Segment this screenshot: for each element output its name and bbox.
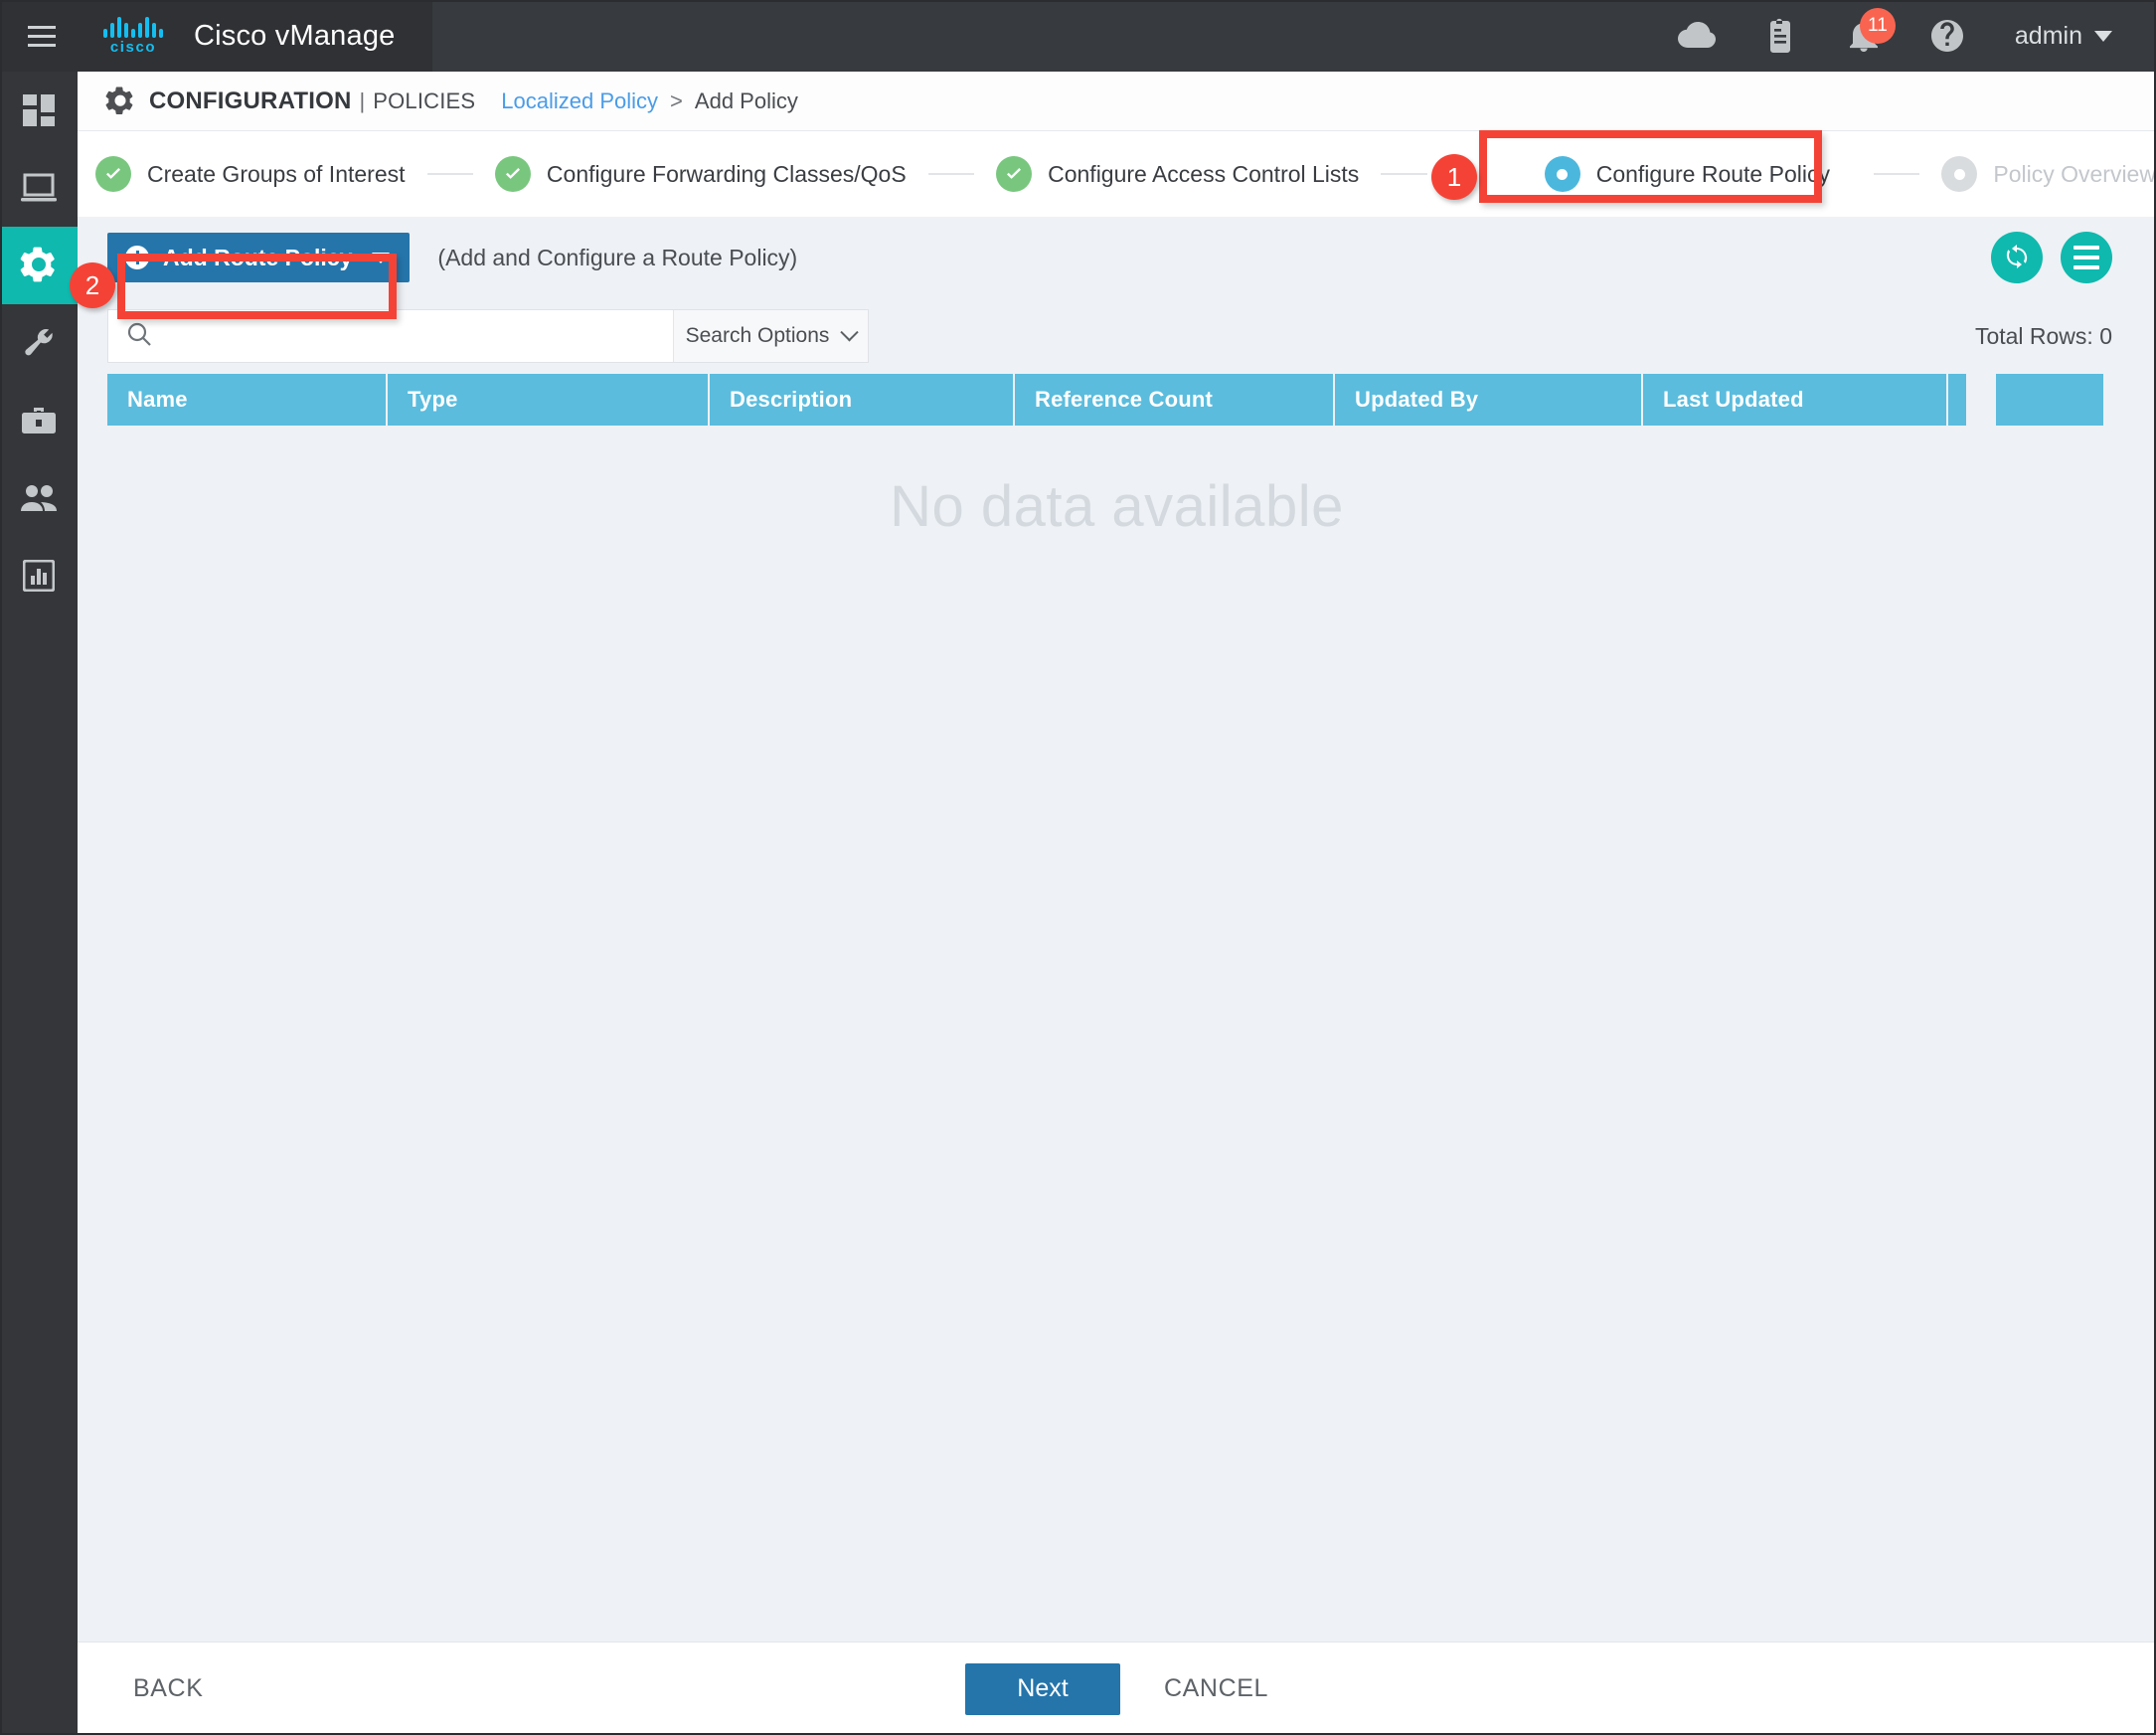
check-circle-icon <box>95 156 131 192</box>
wizard-footer: BACK Next CANCEL <box>78 1642 2156 1735</box>
wizard-connector <box>927 173 975 175</box>
search-options-label: Search Options <box>685 324 830 347</box>
cloud-icon[interactable] <box>1655 0 1739 72</box>
toolbar-hint: (Add and Configure a Route Policy) <box>437 244 798 270</box>
route-policy-table: Name Type Description Reference Count Up… <box>78 374 2156 1647</box>
notification-badge: 11 <box>1859 8 1896 44</box>
footer-primary-actions: Next CANCEL <box>78 1662 2156 1715</box>
table-column-spacer <box>1948 374 1966 426</box>
sidebar-item-configuration[interactable] <box>0 227 78 304</box>
wizard-connector <box>1873 173 1920 175</box>
table-empty-message: No data available <box>890 474 1344 539</box>
cisco-logo: cisco <box>94 16 172 56</box>
wizard-step-label: Configure Access Control Lists <box>1048 160 1360 187</box>
clipboard-icon[interactable] <box>1739 0 1822 72</box>
highlight-box-add-route-policy <box>117 254 397 319</box>
help-icon[interactable] <box>1906 0 1989 72</box>
sidebar-item-monitor[interactable] <box>0 149 78 227</box>
radio-empty-icon <box>1941 156 1978 192</box>
gear-icon <box>105 86 135 116</box>
breadcrumb-current: Add Policy <box>694 87 798 113</box>
toolbar-right-actions <box>1991 232 2156 283</box>
table-column-type[interactable]: Type <box>388 374 708 426</box>
vmanage-app-window: cisco Cisco vManage 11 admin CONFIGURATI… <box>0 0 2156 1735</box>
wizard-step-configure-forwarding-classes-qos[interactable]: Configure Forwarding Classes/QoS <box>494 156 907 192</box>
table-column-updated-by[interactable]: Updated By <box>1335 374 1641 426</box>
breadcrumb-section: CONFIGURATION <box>149 87 352 114</box>
table-column-reference-count[interactable]: Reference Count <box>1015 374 1333 426</box>
bell-icon[interactable]: 11 <box>1822 0 1906 72</box>
hamburger-icon[interactable] <box>19 13 65 59</box>
breadcrumb-separator: | <box>359 87 366 113</box>
sidebar-item-reports[interactable] <box>0 537 78 614</box>
chevron-down-icon <box>2094 30 2112 42</box>
check-circle-icon <box>996 156 1033 192</box>
highlight-box-configure-route-policy <box>1479 130 1822 203</box>
user-name: admin <box>2014 21 2082 50</box>
check-circle-icon <box>494 156 531 192</box>
chevron-down-icon <box>840 322 860 341</box>
total-rows-label: Total Rows: 0 <box>1974 322 2112 349</box>
sidebar-item-tools[interactable] <box>0 304 78 382</box>
table-header-row: Name Type Description Reference Count Up… <box>78 374 2156 426</box>
callout-badge-1: 1 <box>1431 154 1477 200</box>
wizard-connector <box>1381 173 1427 175</box>
refresh-icon[interactable] <box>1991 232 2043 283</box>
search-options-dropdown[interactable]: Search Options <box>673 310 868 362</box>
wizard-step-policy-overview[interactable]: Policy Overview <box>1941 156 2156 192</box>
callout-badge-2: 2 <box>70 262 115 308</box>
cisco-wordmark: cisco <box>109 38 157 56</box>
left-sidebar <box>0 72 78 1735</box>
content-panel: CONFIGURATION | POLICIES Localized Polic… <box>78 72 2156 1735</box>
sidebar-item-maintenance[interactable] <box>0 382 78 459</box>
wizard-step-create-groups-of-interest[interactable]: Create Groups of Interest <box>95 156 406 192</box>
wizard-step-label: Configure Forwarding Classes/QoS <box>546 160 907 187</box>
breadcrumb-subsection: POLICIES <box>373 87 476 113</box>
table-column-actions[interactable] <box>1996 374 2103 426</box>
breadcrumb-arrow: > <box>670 87 683 113</box>
cancel-button[interactable]: CANCEL <box>1164 1674 1268 1703</box>
wizard-step-label: Policy Overview <box>1993 160 2156 187</box>
user-menu[interactable]: admin <box>2015 22 2112 51</box>
search-icon <box>126 321 152 352</box>
next-button[interactable]: Next <box>964 1662 1120 1715</box>
top-navigation-bar: cisco Cisco vManage 11 admin <box>0 0 2156 72</box>
app-title: Cisco vManage <box>194 19 396 52</box>
brand-area: cisco Cisco vManage <box>0 0 432 72</box>
wizard-connector <box>426 173 473 175</box>
topbar-actions: 11 admin <box>1655 0 2156 72</box>
sidebar-item-administration[interactable] <box>0 459 78 537</box>
sidebar-item-dashboard[interactable] <box>0 72 78 149</box>
table-column-description[interactable]: Description <box>710 374 1013 426</box>
wizard-step-label: Create Groups of Interest <box>147 160 406 187</box>
wizard-steps: Create Groups of Interest Configure Forw… <box>78 131 2156 217</box>
table-column-name[interactable]: Name <box>107 374 386 426</box>
wizard-step-configure-access-control-lists[interactable]: Configure Access Control Lists <box>996 156 1359 192</box>
list-menu-icon[interactable] <box>2061 232 2112 283</box>
cisco-bars-icon <box>94 16 172 38</box>
breadcrumb: CONFIGURATION | POLICIES Localized Polic… <box>78 72 2156 131</box>
table-column-last-updated[interactable]: Last Updated <box>1643 374 1946 426</box>
breadcrumb-link-localized-policy[interactable]: Localized Policy <box>501 88 658 114</box>
